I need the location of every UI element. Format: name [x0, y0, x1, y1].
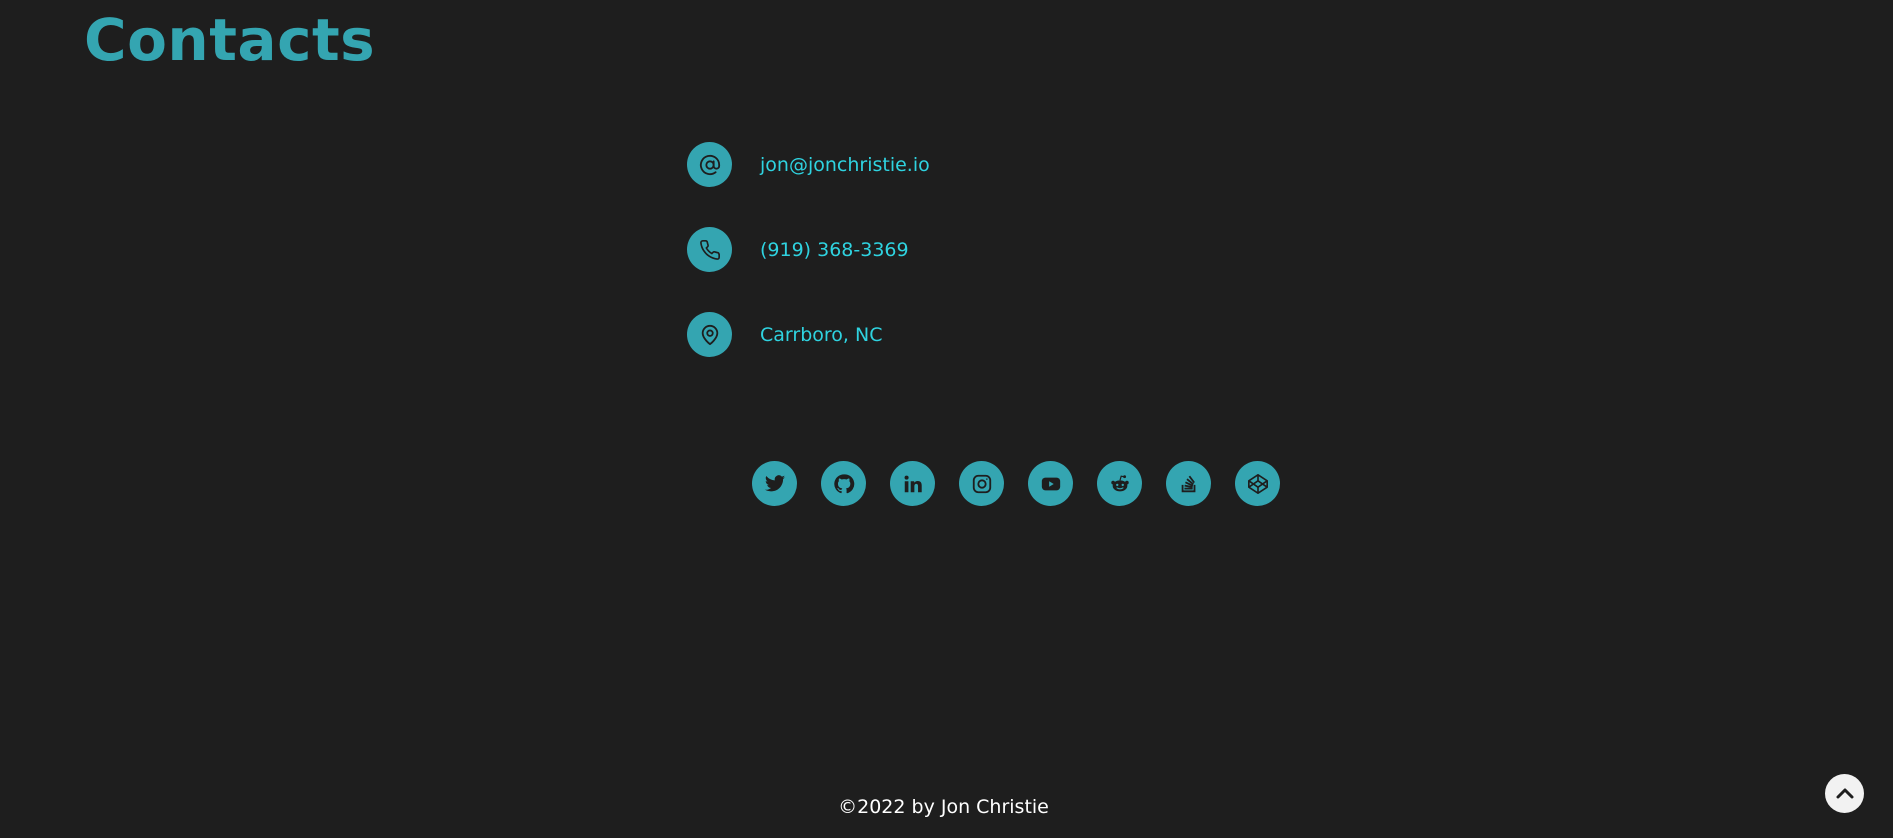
social-links — [752, 461, 1280, 506]
page-title: Contacts — [84, 6, 376, 74]
youtube-icon[interactable] — [1028, 461, 1073, 506]
map-pin-icon — [687, 312, 732, 357]
footer-copyright: ©2022 by Jon Christie — [838, 796, 1049, 818]
email-link[interactable]: jon@jonchristie.io — [760, 154, 930, 176]
contacts-page: Contacts jon@jonchristie.io (919) 368-33… — [0, 0, 1893, 838]
email-contact[interactable]: jon@jonchristie.io — [687, 142, 930, 187]
github-icon[interactable] — [821, 461, 866, 506]
codepen-icon[interactable] — [1235, 461, 1280, 506]
at-icon — [687, 142, 732, 187]
back-to-top-button[interactable] — [1825, 774, 1864, 813]
reddit-icon[interactable] — [1097, 461, 1142, 506]
chevron-up-icon — [1836, 788, 1853, 798]
location-link[interactable]: Carrboro, NC — [760, 324, 882, 346]
phone-link[interactable]: (919) 368-3369 — [760, 239, 909, 261]
twitter-icon[interactable] — [752, 461, 797, 506]
phone-icon — [687, 227, 732, 272]
phone-contact[interactable]: (919) 368-3369 — [687, 227, 909, 272]
stackoverflow-icon[interactable] — [1166, 461, 1211, 506]
instagram-icon[interactable] — [959, 461, 1004, 506]
location-contact[interactable]: Carrboro, NC — [687, 312, 882, 357]
linkedin-icon[interactable] — [890, 461, 935, 506]
